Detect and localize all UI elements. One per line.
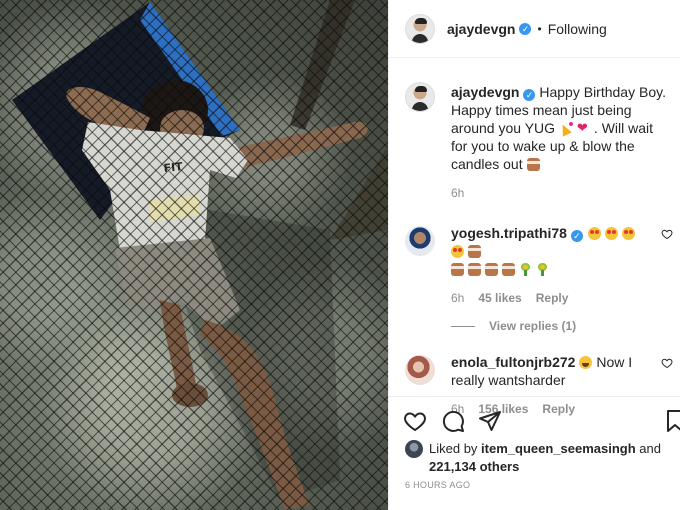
star-struck-emoji-icon [587,227,601,240]
post-side-panel: ajaydevgn ✓ • Following ajaydevgn ✓ Happy… [388,0,680,510]
post-header: ajaydevgn ✓ • Following [389,0,680,58]
bouquet-emoji-icon [536,263,549,276]
bouquet-emoji-icon [519,263,532,276]
cake-emoji-icon [485,263,498,276]
caption-meta: 6h [451,186,667,200]
trampoline-net [0,0,388,510]
comments-list[interactable]: ajaydevgn ✓ Happy Birthday Boy. Happy tim… [389,72,680,416]
comment-likes[interactable]: 45 likes [478,291,521,305]
likes-count[interactable]: 221,134 others [429,459,519,474]
verified-badge-icon: ✓ [523,89,536,101]
divider [451,325,475,327]
caption-text: ajaydevgn ✓ Happy Birthday Boy. Happy tim… [451,72,667,173]
liked-by-text: Liked by item_queen_seemasingh and 221,1… [429,440,677,476]
caption-time[interactable]: 6h [451,186,464,200]
post-photo[interactable]: FIT [0,0,388,510]
comment-username[interactable]: enola_fultonjrb272 [451,354,575,370]
heart-outline-icon[interactable] [661,228,673,240]
comment-item: yogesh.tripathi78 ✓ 6h 45 likes Reply [389,224,680,305]
bookmark-icon[interactable] [663,409,680,433]
post-timestamp[interactable]: 6 HOURS AGO [405,480,470,490]
comment-username[interactable]: yogesh.tripathi78 [451,225,567,241]
avatar[interactable] [405,355,435,385]
view-replies-button[interactable]: View replies (1) [451,319,680,333]
cake-emoji-icon [468,263,481,276]
cake-emoji-icon [468,245,481,258]
view-replies-label: View replies (1) [489,319,577,333]
party-popper-emoji-icon [559,122,573,135]
comment-bubble-icon[interactable] [441,409,465,433]
avatar[interactable] [405,13,435,44]
separator: • [537,21,542,36]
red-heart-emoji-icon [577,120,590,138]
cake-emoji-icon [451,263,464,276]
caption: ajaydevgn ✓ Happy Birthday Boy. Happy tim… [389,72,680,200]
avatar[interactable] [405,226,435,256]
cake-emoji-icon [526,158,540,171]
heart-outline-icon[interactable] [403,409,427,433]
liked-by-and: and [639,441,661,456]
laughing-emoji-icon [579,356,593,369]
following-button[interactable]: Following [548,21,607,37]
action-bar [389,396,680,444]
star-struck-emoji-icon [604,227,618,240]
star-struck-emoji-icon [451,245,464,258]
caption-username[interactable]: ajaydevgn [451,84,519,100]
comment-text: yogesh.tripathi78 ✓ [451,224,651,278]
liked-by-user[interactable]: item_queen_seemasingh [481,441,636,456]
verified-badge-icon: ✓ [519,22,532,35]
comment-text: enola_fultonjrb272 Now I really wantshar… [451,353,651,389]
liked-by-prefix: Liked by [429,441,478,456]
reply-button[interactable]: Reply [536,291,569,305]
verified-badge-icon: ✓ [570,230,583,242]
comment-meta: 6h 45 likes Reply [451,291,651,305]
star-struck-emoji-icon [621,227,635,240]
heart-outline-icon[interactable] [661,357,673,369]
liked-by: Liked by item_queen_seemasingh and 221,1… [405,440,677,476]
author-username[interactable]: ajaydevgn [447,21,515,37]
avatar[interactable] [405,82,435,112]
avatar[interactable] [405,440,423,458]
comment-time[interactable]: 6h [451,291,464,305]
cake-emoji-icon [502,263,515,276]
paper-plane-icon[interactable] [478,409,502,433]
